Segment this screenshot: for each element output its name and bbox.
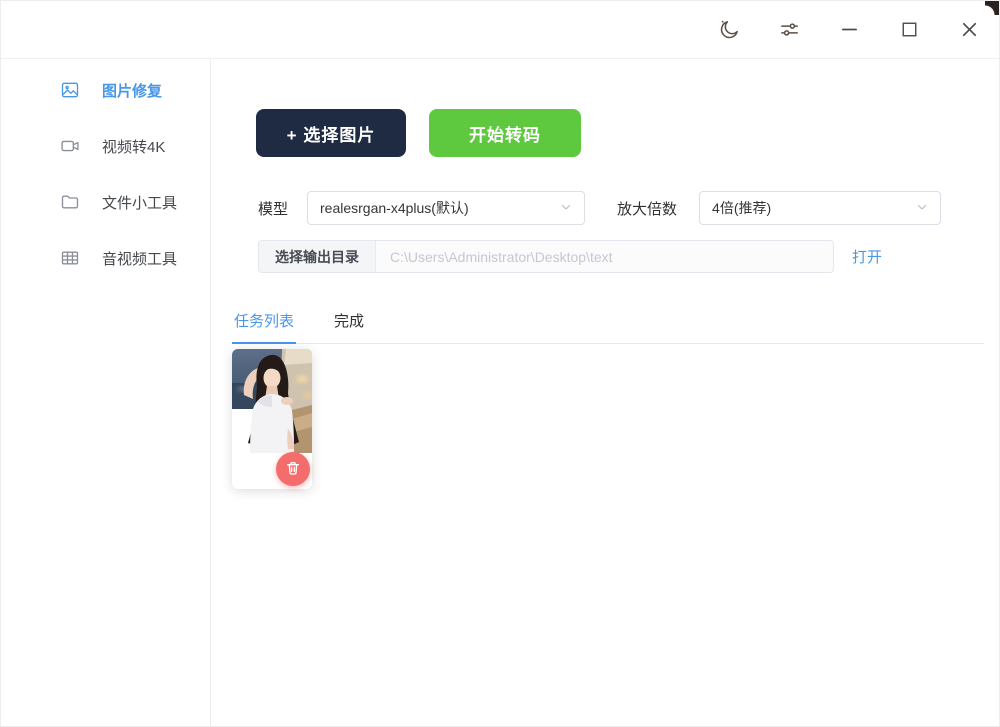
scale-label: 放大倍数	[617, 198, 677, 219]
grid-icon	[60, 248, 80, 268]
maximize-icon	[898, 18, 921, 41]
folder-icon	[60, 192, 80, 212]
settings-button[interactable]	[777, 18, 801, 42]
output-dir-group: 选择输出目录 C:\Users\Administrator\Desktop\te…	[258, 240, 834, 273]
task-thumbnail-image	[232, 349, 312, 453]
model-select[interactable]: realesrgan-x4plus(默认)	[307, 191, 585, 225]
task-tabs: 任务列表 完成	[232, 306, 984, 344]
video-camera-icon	[60, 136, 80, 156]
sidebar: 图片修复 视频转4K 文件小工具	[1, 59, 211, 726]
tab-task-list[interactable]: 任务列表	[232, 307, 296, 344]
theme-toggle-button[interactable]	[717, 18, 741, 42]
chevron-down-icon	[560, 200, 572, 216]
minimize-button[interactable]	[837, 18, 861, 42]
tab-completed[interactable]: 完成	[332, 307, 366, 344]
scale-select[interactable]: 4倍(推荐)	[699, 191, 941, 225]
sidebar-item-video-4k[interactable]: 视频转4K	[1, 126, 210, 166]
delete-task-button[interactable]	[276, 452, 310, 486]
close-icon	[958, 18, 981, 41]
select-images-button[interactable]: + 选择图片	[256, 109, 406, 157]
sidebar-item-image-restore[interactable]: 图片修复	[1, 70, 210, 110]
sidebar-item-av-tools[interactable]: 音视频工具	[1, 238, 210, 278]
sidebar-item-file-tools[interactable]: 文件小工具	[1, 182, 210, 222]
sidebar-item-label: 文件小工具	[102, 192, 177, 213]
scale-select-value: 4倍(推荐)	[712, 198, 771, 218]
start-transcode-button[interactable]: 开始转码	[429, 109, 581, 157]
choose-output-dir-button[interactable]: 选择输出目录	[259, 241, 376, 272]
moon-icon	[718, 18, 741, 41]
model-label: 模型	[258, 198, 288, 219]
trash-icon	[285, 460, 301, 479]
task-card	[232, 349, 312, 489]
main-panel: + 选择图片 开始转码 模型 realesrgan-x4plus(默认) 放大倍…	[212, 59, 999, 726]
open-output-dir-link[interactable]: 打开	[852, 246, 882, 267]
model-select-value: realesrgan-x4plus(默认)	[320, 198, 469, 218]
sidebar-item-label: 图片修复	[102, 80, 162, 101]
chevron-down-icon	[916, 200, 928, 216]
window-corner-artifact	[985, 1, 999, 15]
image-icon	[60, 80, 80, 100]
output-path-field[interactable]: C:\Users\Administrator\Desktop\text	[376, 241, 833, 272]
minimize-icon	[838, 18, 861, 41]
sliders-icon	[778, 18, 801, 41]
maximize-button[interactable]	[897, 18, 921, 42]
titlebar	[1, 1, 999, 59]
sidebar-item-label: 视频转4K	[102, 136, 165, 157]
app-window: 图片修复 视频转4K 文件小工具	[0, 0, 1000, 727]
close-button[interactable]	[957, 18, 981, 42]
sidebar-item-label: 音视频工具	[102, 248, 177, 269]
